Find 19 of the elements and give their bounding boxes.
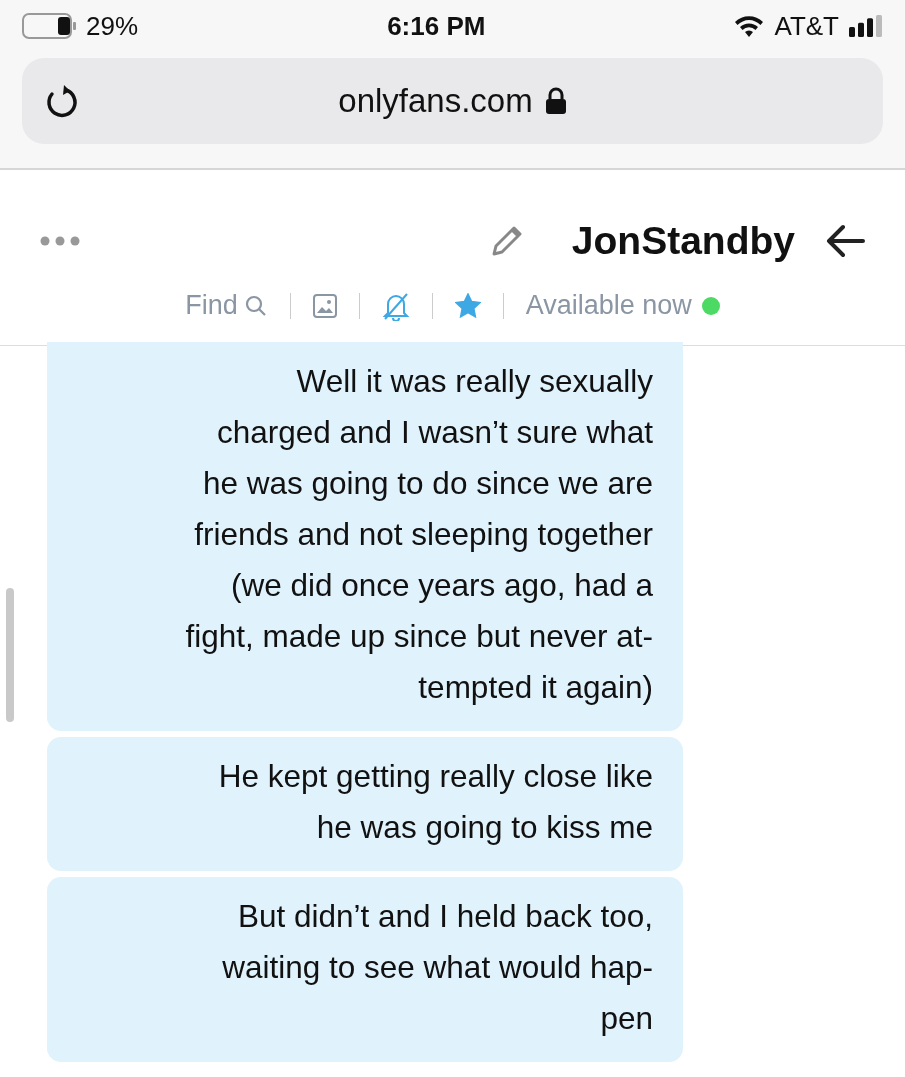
battery-icon bbox=[22, 13, 78, 39]
signal-icon bbox=[849, 15, 883, 37]
message-bubble: Well it was really sexually charged and I wasn’t sure what he was going to do since we are friends and not sleeping together (we did once years ago, had a fight, made up since but never at- tempted it again) bbox=[47, 342, 683, 731]
battery-percent: 29% bbox=[86, 10, 139, 42]
wifi-icon bbox=[734, 15, 765, 37]
message-bubble: He kept getting really close like he was going to kiss me bbox=[47, 737, 683, 871]
carrier-name: AT&T bbox=[774, 10, 839, 42]
search-icon[interactable] bbox=[243, 293, 268, 318]
reload-icon[interactable] bbox=[44, 84, 80, 120]
image-icon[interactable] bbox=[312, 293, 337, 318]
lock-icon bbox=[544, 87, 567, 115]
star-icon[interactable] bbox=[454, 292, 481, 319]
availability-status: Available now bbox=[525, 290, 692, 321]
message-bubble: But didn’t and I held back too, waiting to see what would hap- pen bbox=[47, 877, 683, 1062]
address-bar[interactable]: onlyfans.com bbox=[22, 58, 883, 144]
more-icon[interactable] bbox=[40, 236, 80, 246]
contact-name: JonStandby bbox=[571, 219, 795, 263]
back-arrow-icon[interactable] bbox=[825, 224, 865, 258]
clock-time: 6:16 PM bbox=[387, 10, 486, 42]
